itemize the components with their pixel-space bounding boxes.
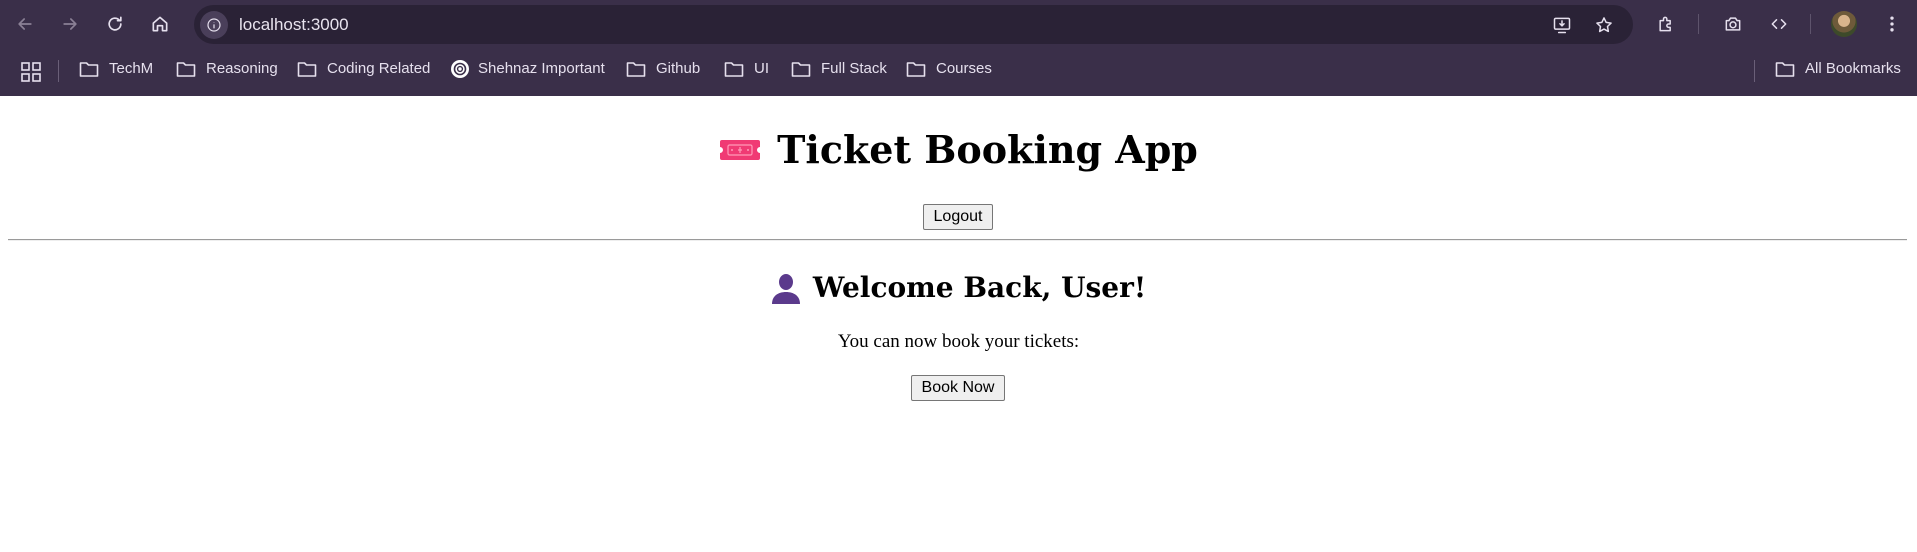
folder-icon: [1775, 62, 1795, 77]
browser-menu-button[interactable]: [1876, 8, 1908, 40]
folder-icon: [724, 62, 744, 77]
extensions-button[interactable]: [1650, 8, 1682, 40]
url-text[interactable]: localhost:3000: [239, 15, 349, 35]
devtools-button[interactable]: [1763, 8, 1795, 40]
address-bar[interactable]: localhost:3000: [194, 5, 1633, 44]
bookmark-github[interactable]: Github: [626, 57, 700, 81]
back-button[interactable]: [7, 6, 43, 42]
folder-icon: [297, 62, 317, 77]
info-icon: [207, 18, 221, 32]
page-content: Ticket Booking App Logout Welcome Back, …: [0, 96, 1917, 552]
user-silhouette-icon: [771, 273, 800, 304]
app-header: Ticket Booking App: [0, 127, 1917, 172]
all-bookmarks-button[interactable]: All Bookmarks: [1775, 57, 1901, 81]
bookmark-full-stack[interactable]: Full Stack: [791, 57, 887, 81]
toolbar-separator: [1810, 14, 1811, 34]
booking-prompt: You can now book your tickets:: [837, 331, 1080, 352]
book-now-button[interactable]: Book Now: [911, 375, 1005, 401]
toolbar-separator: [1698, 14, 1699, 34]
bookmark-star-button[interactable]: [1590, 11, 1618, 39]
star-icon: [1596, 17, 1612, 33]
bookmark-techm[interactable]: TechM: [79, 57, 153, 81]
bookmark-separator: [1754, 60, 1755, 82]
welcome-heading: Welcome Back, User!: [0, 271, 1917, 304]
bookmark-separator: [58, 60, 59, 82]
code-icon: [1771, 19, 1787, 29]
home-button[interactable]: [142, 6, 178, 42]
logout-button[interactable]: Logout: [923, 204, 993, 230]
bookmark-reasoning[interactable]: Reasoning: [176, 57, 278, 81]
home-icon: [152, 16, 168, 32]
page-title: Ticket Booking App: [777, 127, 1198, 172]
folder-icon: [791, 62, 811, 77]
folder-icon: [79, 62, 99, 77]
bookmark-shehnaz-important[interactable]: Shehnaz Important: [450, 57, 605, 81]
arrow-right-icon: [63, 18, 77, 30]
horizontal-rule: [8, 239, 1907, 241]
welcome-text: Welcome Back, User!: [812, 271, 1147, 304]
install-icon: [1553, 17, 1571, 34]
kebab-menu-icon: [1890, 16, 1894, 32]
apps-button[interactable]: [20, 61, 42, 83]
folder-icon: [626, 62, 646, 77]
profile-avatar[interactable]: [1831, 11, 1857, 37]
folder-icon: [906, 62, 926, 77]
bookmark-courses[interactable]: Courses: [906, 57, 992, 81]
puzzle-icon: [1659, 16, 1671, 32]
bookmark-ui[interactable]: UI: [724, 57, 769, 81]
browser-toolbar: localhost:3000: [0, 0, 1917, 48]
openai-icon: [451, 60, 469, 78]
reload-icon: [108, 16, 122, 31]
site-info-button[interactable]: [200, 11, 228, 39]
bookmark-coding-related[interactable]: Coding Related: [297, 57, 430, 81]
folder-icon: [176, 62, 196, 77]
arrow-left-icon: [18, 18, 32, 30]
install-app-button[interactable]: [1548, 11, 1576, 39]
ticket-icon: [720, 139, 761, 160]
apps-grid-icon: [21, 62, 41, 82]
camera-icon: [1725, 17, 1741, 31]
reload-button[interactable]: [97, 6, 133, 42]
forward-button[interactable]: [52, 6, 88, 42]
screenshot-button[interactable]: [1717, 8, 1749, 40]
